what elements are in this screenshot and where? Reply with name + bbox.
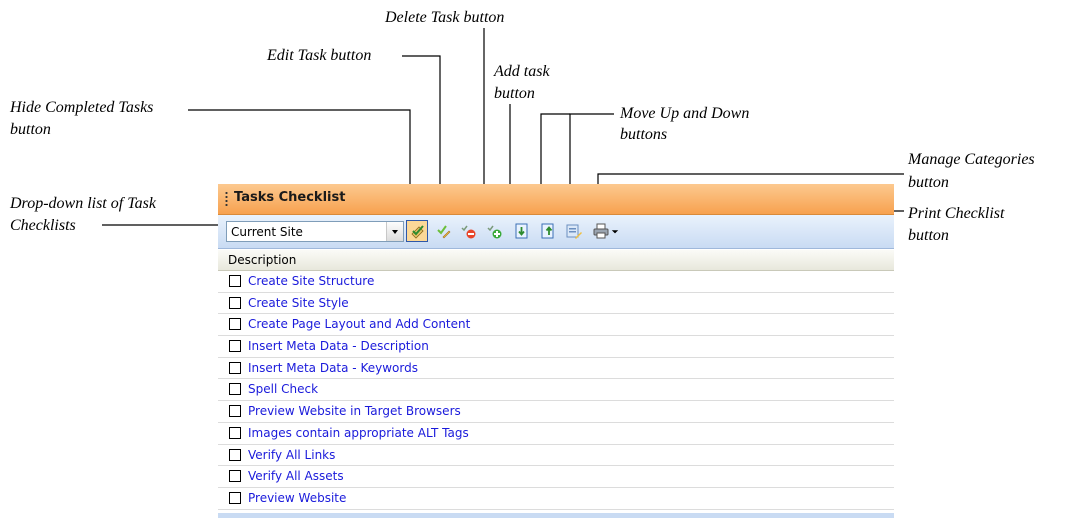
- drag-grip-icon[interactable]: [225, 191, 228, 207]
- callout-print-line2: button: [908, 227, 949, 244]
- callout-hide-completed-line2: button: [10, 121, 51, 138]
- task-label[interactable]: Verify All Links: [248, 448, 335, 462]
- move-up-button[interactable]: [537, 220, 559, 242]
- edit-task-button[interactable]: [432, 220, 454, 242]
- task-row[interactable]: Insert Meta Data - Keywords: [218, 358, 894, 380]
- chevron-down-icon: [611, 230, 619, 234]
- checklist-dropdown-value: Current Site: [231, 225, 303, 239]
- print-options-dropdown[interactable]: [610, 220, 620, 242]
- task-label[interactable]: Images contain appropriate ALT Tags: [248, 426, 469, 440]
- manage-categories-icon: [566, 224, 582, 239]
- callout-delete-task: Delete Task button: [385, 9, 505, 26]
- task-row[interactable]: Preview Website in Target Browsers: [218, 401, 894, 423]
- task-row[interactable]: Create Page Layout and Add Content: [218, 314, 894, 337]
- description-column-header[interactable]: Description: [218, 250, 894, 271]
- add-task-icon: [487, 225, 502, 239]
- task-checkbox[interactable]: [229, 491, 241, 504]
- task-row[interactable]: Verify All Assets: [218, 466, 894, 488]
- task-label[interactable]: Preview Website in Target Browsers: [248, 404, 461, 418]
- print-icon: [593, 223, 609, 239]
- task-checkbox[interactable]: [229, 405, 241, 418]
- move-down-icon: [515, 223, 528, 239]
- task-checkbox[interactable]: [229, 383, 241, 396]
- toolbar: Current Site: [218, 215, 894, 249]
- task-checkbox[interactable]: [229, 361, 241, 374]
- task-checkbox[interactable]: [229, 340, 241, 353]
- task-checkbox[interactable]: [229, 470, 241, 483]
- callout-hide-completed-line1: Hide Completed Tasks: [10, 99, 154, 116]
- callout-dropdown-line2: Checklists: [10, 217, 76, 234]
- checklist-dropdown[interactable]: Current Site: [226, 221, 404, 242]
- callout-move-line1: Move Up and Down: [620, 105, 750, 122]
- callout-manage-categories-line2: button: [908, 174, 949, 191]
- callout-add-task-line1: Add task: [494, 63, 550, 80]
- task-checkbox[interactable]: [229, 318, 241, 331]
- task-label[interactable]: Spell Check: [248, 382, 318, 396]
- delete-task-icon: [461, 225, 476, 239]
- task-label[interactable]: Insert Meta Data - Description: [248, 339, 429, 353]
- horizontal-scrollbar[interactable]: [218, 513, 894, 518]
- task-label[interactable]: Verify All Assets: [248, 469, 344, 483]
- task-checkbox[interactable]: [229, 296, 241, 309]
- callout-print-line1: Print Checklist: [908, 205, 1005, 222]
- task-row[interactable]: Verify All Links: [218, 445, 894, 467]
- task-label[interactable]: Preview Website: [248, 491, 346, 505]
- move-up-icon: [541, 223, 554, 239]
- hide-completed-icon: [411, 225, 424, 239]
- task-row[interactable]: Images contain appropriate ALT Tags: [218, 423, 894, 445]
- task-row[interactable]: Spell Check: [218, 379, 894, 402]
- delete-task-button[interactable]: [458, 220, 480, 242]
- panel-title: Tasks Checklist: [234, 190, 346, 205]
- hide-completed-button[interactable]: [406, 220, 428, 242]
- print-checklist-button[interactable]: [590, 220, 612, 242]
- manage-categories-button[interactable]: [563, 220, 585, 242]
- task-row[interactable]: Preview Website: [218, 488, 894, 510]
- task-label[interactable]: Create Site Structure: [248, 274, 374, 288]
- add-task-button[interactable]: [484, 220, 506, 242]
- tasks-checklist-panel: Tasks Checklist Current Site Description…: [218, 184, 894, 518]
- task-list: Create Site Structure Create Site Style Cr…: [218, 271, 894, 510]
- callout-move-line2: buttons: [620, 126, 668, 143]
- task-label[interactable]: Create Site Style: [248, 296, 349, 310]
- column-header-label: Description: [228, 253, 297, 267]
- panel-title-bar[interactable]: Tasks Checklist: [218, 184, 894, 215]
- task-label[interactable]: Create Page Layout and Add Content: [248, 317, 470, 331]
- task-label[interactable]: Insert Meta Data - Keywords: [248, 361, 418, 375]
- callout-edit-task: Edit Task button: [267, 47, 372, 64]
- callout-add-task-line2: button: [494, 85, 535, 102]
- task-row[interactable]: Insert Meta Data - Description: [218, 336, 894, 358]
- task-row[interactable]: Create Site Style: [218, 293, 894, 315]
- chevron-down-icon[interactable]: [386, 222, 403, 241]
- task-checkbox[interactable]: [229, 426, 241, 439]
- callout-dropdown-line1: Drop-down list of Task: [10, 195, 156, 212]
- task-checkbox[interactable]: [229, 275, 241, 287]
- task-checkbox[interactable]: [229, 448, 241, 461]
- callout-manage-categories-line1: Manage Categories: [908, 151, 1035, 168]
- move-down-button[interactable]: [511, 220, 533, 242]
- task-row[interactable]: Create Site Structure: [218, 271, 894, 293]
- edit-task-icon: [437, 225, 451, 239]
